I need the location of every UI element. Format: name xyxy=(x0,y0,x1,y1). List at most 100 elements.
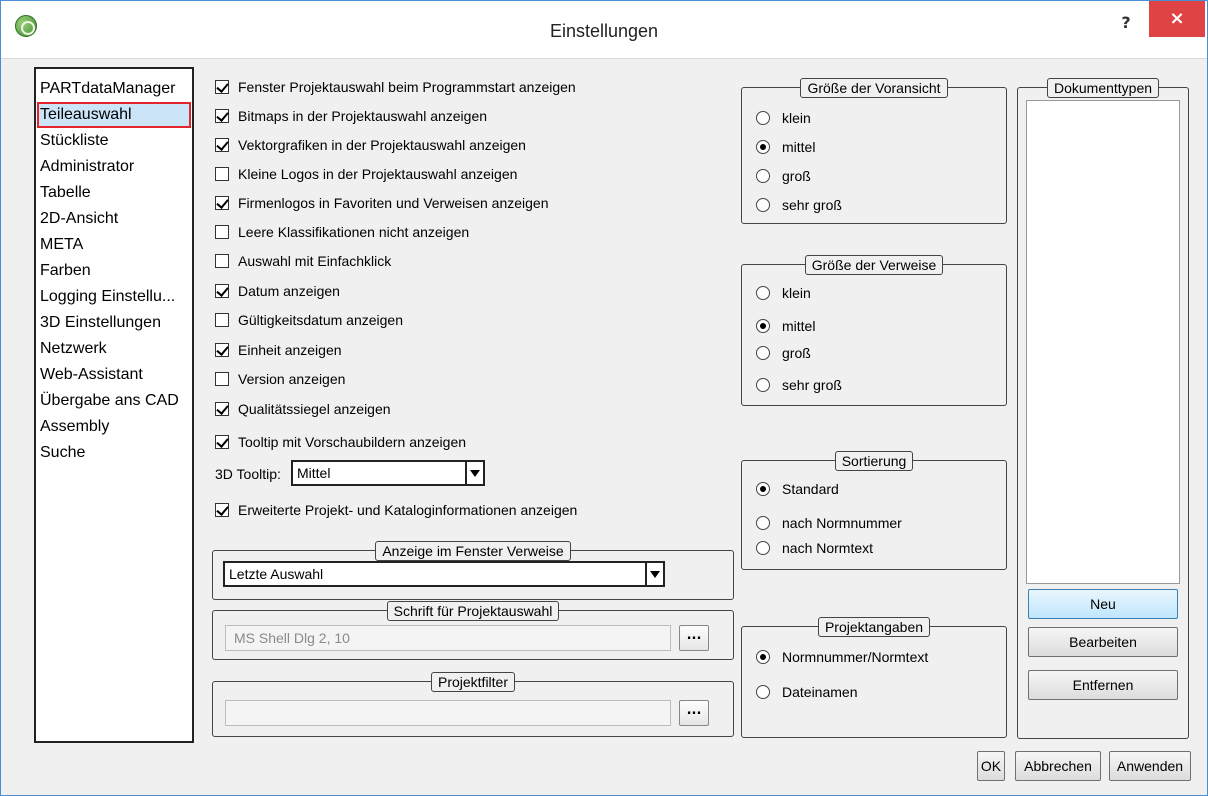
radio-icon[interactable] xyxy=(756,198,770,212)
remove-button[interactable]: Entfernen xyxy=(1028,670,1178,700)
checkbox-unchecked-icon[interactable] xyxy=(215,254,229,268)
tooltip3d-dropdown[interactable]: Mittel xyxy=(291,460,485,486)
verweise-window-group: Anzeige im Fenster Verweise Letzte Auswa… xyxy=(212,541,734,600)
sorting-group: Sortierung Standard nach Normnummer nach… xyxy=(741,451,1007,570)
checkbox-checked-icon[interactable] xyxy=(215,402,229,416)
radio-icon[interactable] xyxy=(756,169,770,183)
category-list[interactable]: PARTdataManager Teileauswahl Stückliste … xyxy=(34,67,194,743)
checkbox-unchecked-icon[interactable] xyxy=(215,167,229,181)
nav-item-teileauswahl[interactable]: Teileauswahl xyxy=(37,102,191,128)
option-checkbox[interactable]: Einheit anzeigen xyxy=(215,340,342,360)
nav-item-logging[interactable]: Logging Einstellu... xyxy=(38,285,190,309)
group-title: Dokumenttypen xyxy=(1046,78,1160,98)
option-checkbox[interactable]: Auswahl mit Einfachklick xyxy=(215,251,391,271)
option-checkbox[interactable]: Datum anzeigen xyxy=(215,281,340,301)
radio-selected-icon[interactable] xyxy=(756,140,770,154)
option-checkbox[interactable]: Vektorgrafiken in der Projektauswahl anz… xyxy=(215,135,526,155)
reference-size-group: Größe der Verweise klein mittel groß seh… xyxy=(741,255,1007,406)
verweise-window-dropdown[interactable]: Letzte Auswahl xyxy=(223,561,665,587)
nav-item-stueckliste[interactable]: Stückliste xyxy=(38,129,190,153)
option-checkbox[interactable]: Fenster Projektauswahl beim Programmstar… xyxy=(215,77,576,97)
radio-label: nach Normtext xyxy=(782,540,874,556)
radio-option[interactable]: nach Normnummer xyxy=(756,513,902,533)
checkbox-checked-icon[interactable] xyxy=(215,109,229,123)
radio-option[interactable]: sehr groß xyxy=(756,195,842,215)
radio-option[interactable]: klein xyxy=(756,283,811,303)
document-types-list[interactable] xyxy=(1026,100,1180,584)
checkbox-unchecked-icon[interactable] xyxy=(215,372,229,386)
checkbox-unchecked-icon[interactable] xyxy=(215,225,229,239)
checkbox-checked-icon[interactable] xyxy=(215,138,229,152)
font-field[interactable]: MS Shell Dlg 2, 10 xyxy=(225,625,671,651)
radio-option[interactable]: Normnummer/Normtext xyxy=(756,647,928,667)
nav-item-assembly[interactable]: Assembly xyxy=(38,415,190,439)
radio-label: sehr groß xyxy=(782,197,842,213)
radio-selected-icon[interactable] xyxy=(756,482,770,496)
radio-label: Normnummer/Normtext xyxy=(782,649,929,665)
ok-button[interactable]: OK xyxy=(977,751,1005,781)
document-types-group: Dokumenttypen Neu Bearbeiten Entfernen xyxy=(1017,78,1189,739)
radio-option[interactable]: mittel xyxy=(756,316,815,336)
radio-icon[interactable] xyxy=(756,346,770,360)
radio-icon[interactable] xyxy=(756,685,770,699)
radio-icon[interactable] xyxy=(756,516,770,530)
font-browse-button[interactable]: ... xyxy=(679,625,709,651)
group-title: Schrift für Projektauswahl xyxy=(386,601,560,621)
radio-option[interactable]: mittel xyxy=(756,137,815,157)
radio-option[interactable]: groß xyxy=(756,343,811,363)
option-label: Bitmaps in der Projektauswahl anzeigen xyxy=(238,108,488,124)
option-checkbox[interactable]: Bitmaps in der Projektauswahl anzeigen xyxy=(215,106,487,126)
radio-option[interactable]: Standard xyxy=(756,479,839,499)
nav-item-uebergabe-cad[interactable]: Übergabe ans CAD xyxy=(38,389,190,413)
cancel-button[interactable]: Abbrechen xyxy=(1015,751,1101,781)
checkbox-checked-icon[interactable] xyxy=(215,196,229,210)
option-checkbox[interactable]: Firmenlogos in Favoriten und Verweisen a… xyxy=(215,193,549,213)
radio-icon[interactable] xyxy=(756,541,770,555)
nav-item-partdatamanager[interactable]: PARTdataManager xyxy=(38,77,190,101)
nav-item-3d-einstellungen[interactable]: 3D Einstellungen xyxy=(38,311,190,335)
radio-icon[interactable] xyxy=(756,111,770,125)
radio-option[interactable]: groß xyxy=(756,166,811,186)
option-checkbox[interactable]: Qualitätssiegel anzeigen xyxy=(215,399,391,419)
radio-icon[interactable] xyxy=(756,378,770,392)
radio-selected-icon[interactable] xyxy=(756,319,770,333)
nav-item-tabelle[interactable]: Tabelle xyxy=(38,181,190,205)
option-label: Datum anzeigen xyxy=(238,283,340,299)
radio-selected-icon[interactable] xyxy=(756,650,770,664)
radio-label: groß xyxy=(782,168,811,184)
help-button[interactable]: ? xyxy=(1113,13,1139,39)
checkbox-checked-icon[interactable] xyxy=(215,284,229,298)
checkbox-checked-icon[interactable] xyxy=(215,343,229,357)
option-checkbox[interactable]: Kleine Logos in der Projektauswahl anzei… xyxy=(215,164,517,184)
radio-option[interactable]: Dateinamen xyxy=(756,682,858,702)
nav-item-web-assistant[interactable]: Web-Assistant xyxy=(38,363,190,387)
chevron-down-icon[interactable] xyxy=(465,462,483,484)
project-filter-browse-button[interactable]: ... xyxy=(679,700,709,726)
nav-item-meta[interactable]: META xyxy=(38,233,190,257)
close-button[interactable]: × xyxy=(1149,1,1205,37)
radio-option[interactable]: nach Normtext xyxy=(756,538,873,558)
nav-item-farben[interactable]: Farben xyxy=(38,259,190,283)
radio-option[interactable]: klein xyxy=(756,108,811,128)
checkbox-checked-icon[interactable] xyxy=(215,435,229,449)
nav-item-netzwerk[interactable]: Netzwerk xyxy=(38,337,190,361)
option-checkbox[interactable]: Version anzeigen xyxy=(215,369,345,389)
extended-info-checkbox[interactable]: Erweiterte Projekt- und Kataloginformati… xyxy=(215,500,577,520)
radio-option[interactable]: sehr groß xyxy=(756,375,842,395)
checkbox-checked-icon[interactable] xyxy=(215,503,229,517)
option-checkbox[interactable]: Leere Klassifikationen nicht anzeigen xyxy=(215,222,469,242)
nav-item-2d-ansicht[interactable]: 2D-Ansicht xyxy=(38,207,190,231)
new-button[interactable]: Neu xyxy=(1028,589,1178,619)
nav-item-suche[interactable]: Suche xyxy=(38,441,190,465)
option-checkbox[interactable]: Gültigkeitsdatum anzeigen xyxy=(215,310,403,330)
radio-icon[interactable] xyxy=(756,286,770,300)
option-checkbox[interactable]: Tooltip mit Vorschaubildern anzeigen xyxy=(215,432,466,452)
option-label: Qualitätssiegel anzeigen xyxy=(238,401,391,417)
nav-item-administrator[interactable]: Administrator xyxy=(38,155,190,179)
chevron-down-icon[interactable] xyxy=(645,563,663,585)
edit-button[interactable]: Bearbeiten xyxy=(1028,627,1178,657)
apply-button[interactable]: Anwenden xyxy=(1109,751,1191,781)
project-filter-field[interactable] xyxy=(225,700,671,726)
checkbox-checked-icon[interactable] xyxy=(215,80,229,94)
checkbox-unchecked-icon[interactable] xyxy=(215,313,229,327)
